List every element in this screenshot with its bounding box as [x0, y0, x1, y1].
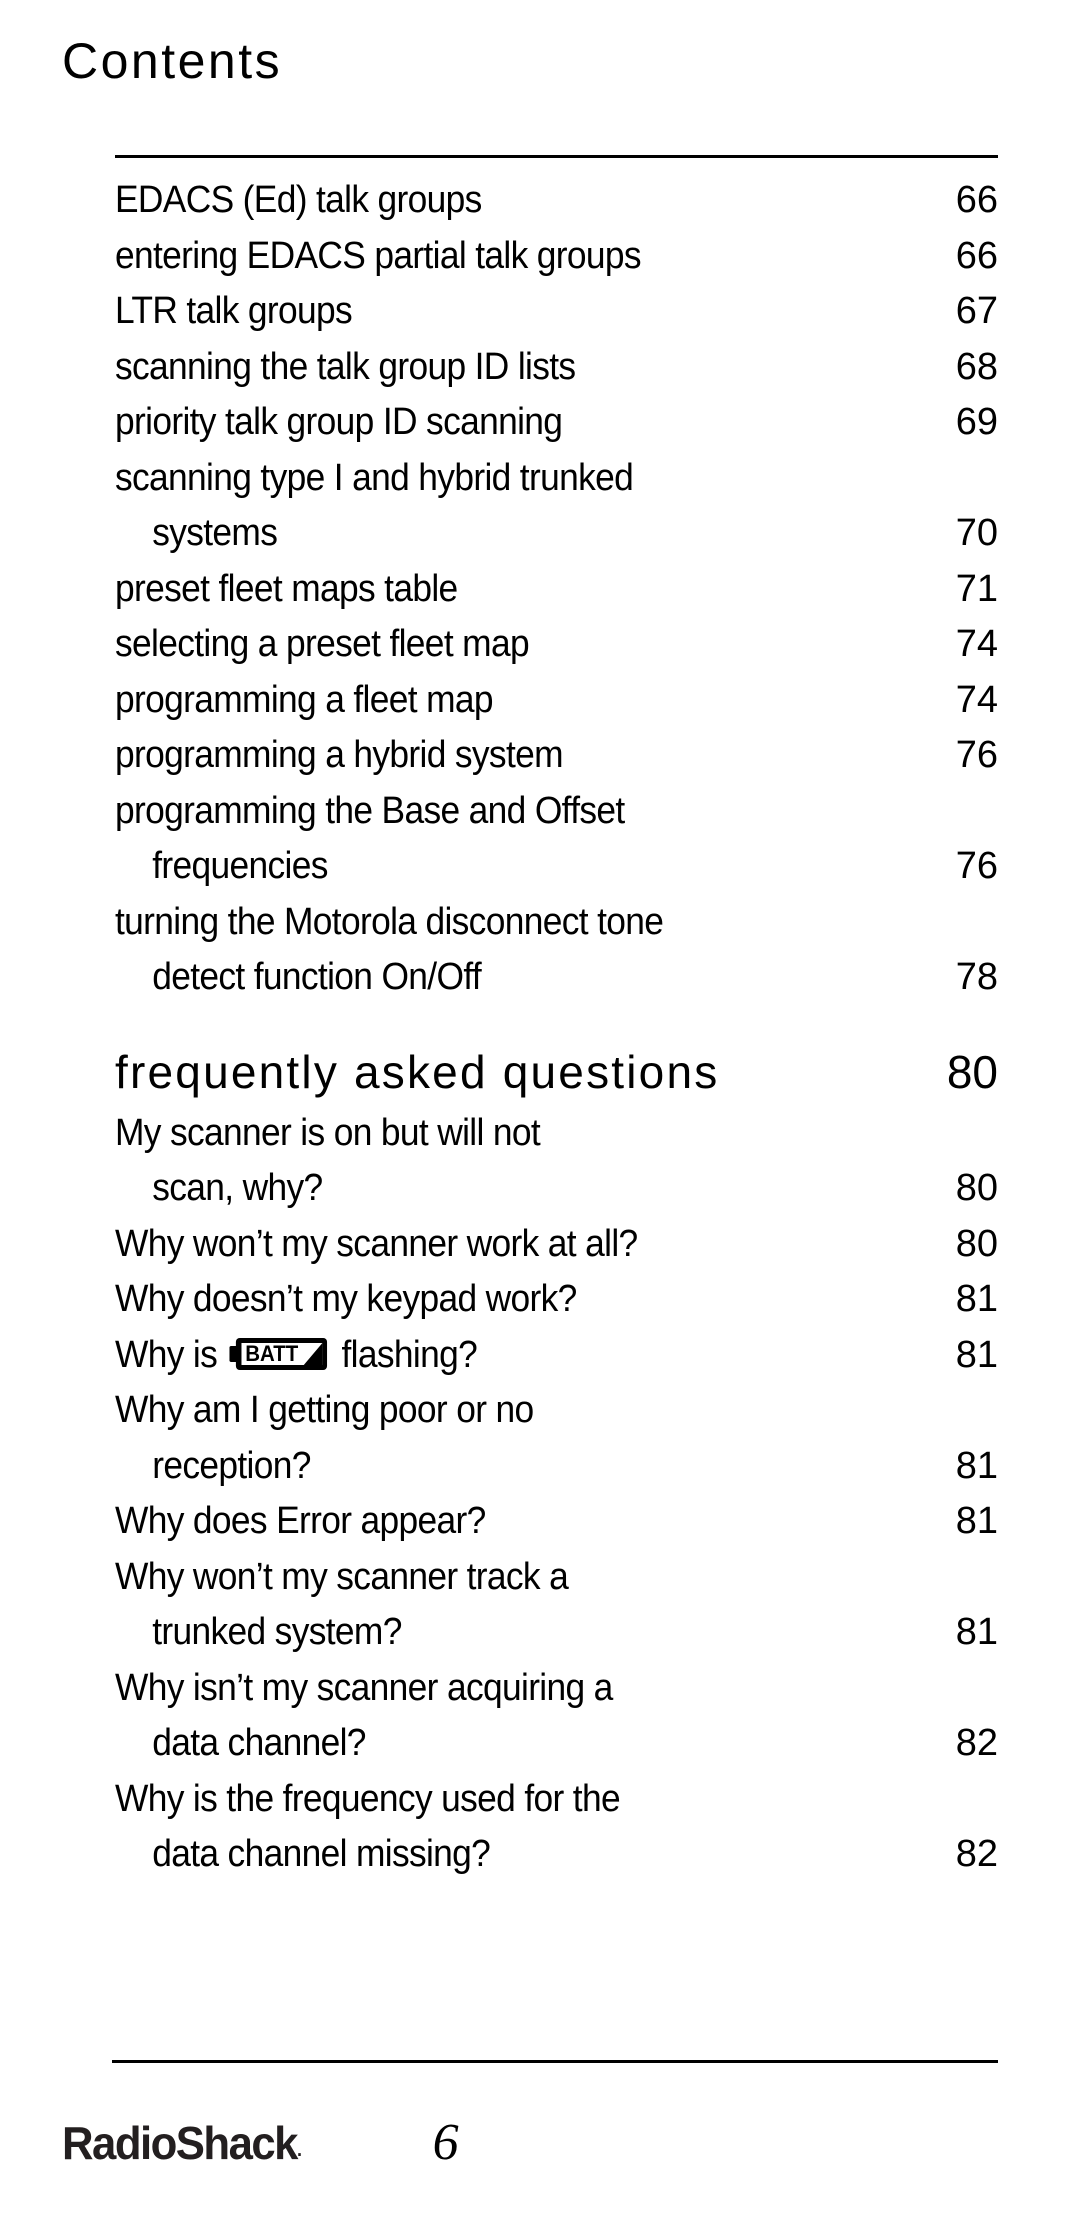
toc-entry-label: Why isn’t my scanner acquiring a [115, 1666, 613, 1709]
toc-page-number: 80 [946, 1045, 998, 1098]
toc-page-number: 80 [955, 1167, 998, 1209]
toc-section-label: frequently asked questions [115, 1045, 720, 1098]
toc-entry[interactable]: preset fleet maps table 71 [115, 562, 998, 618]
toc-entry-label: detect function On/Off [152, 956, 482, 998]
toc-entry-label: My scanner is on but will not [115, 1111, 541, 1154]
toc-entry[interactable]: Why doesn’t my keypad work? 81 [115, 1272, 998, 1328]
toc-entry-label: programming the Base and Offset [115, 789, 625, 832]
toc-entry-label: Why does Error appear? [115, 1500, 486, 1542]
toc-page-number: 71 [955, 567, 998, 610]
toc-entry[interactable]: detect function On/Off 78 [115, 950, 998, 1006]
toc-entry-label: programming a fleet map [115, 678, 494, 721]
toc-page-number: 74 [955, 678, 998, 721]
toc-entry[interactable]: Why is the frequency used for the [115, 1772, 998, 1828]
toc-entry-label: programming a hybrid system [115, 734, 564, 776]
toc-entry[interactable]: priority talk group ID scanning 69 [115, 395, 998, 451]
toc-page-number: 69 [955, 401, 998, 443]
header-divider [115, 155, 998, 158]
logo-registered-mark: . [296, 2140, 302, 2161]
toc-entry-label: entering EDACS partial talk groups [115, 234, 642, 277]
toc-entry-label: Why am I getting poor or no [115, 1389, 534, 1431]
toc-entry-label: selecting a preset fleet map [115, 623, 530, 665]
toc-entry-label: scan, why? [152, 1167, 323, 1209]
toc-entry[interactable]: reception? 81 [115, 1439, 998, 1495]
toc-page-number: 81 [955, 1333, 998, 1376]
toc-page: Contents EDACS (Ed) talk groups 66 enterin… [0, 0, 1080, 2216]
toc-entry-label: Why doesn’t my keypad work? [115, 1278, 577, 1320]
toc-entry[interactable]: Why isn’t my scanner acquiring a [115, 1661, 998, 1717]
toc-entry[interactable]: Why am I getting poor or no [115, 1383, 998, 1439]
toc-page-number: 81 [955, 1611, 998, 1653]
toc-entry-label: scanning type I and hybrid trunked [115, 456, 634, 499]
toc-page-number: 76 [955, 845, 998, 887]
toc-page-number: 74 [955, 623, 998, 665]
toc-entry-label: Why is BATT flashing? [115, 1328, 847, 1384]
toc-entry[interactable]: LTR talk groups 67 [115, 284, 998, 340]
toc-entry-label: priority talk group ID scanning [115, 401, 563, 443]
toc-entry[interactable]: systems 70 [115, 506, 998, 562]
logo-text: RadioShack [62, 2117, 298, 2169]
toc-entry-label-after: flashing? [332, 1333, 478, 1376]
toc-entry-label: Why is the frequency used for the [115, 1777, 621, 1820]
toc-entry-label: trunked system? [152, 1611, 402, 1653]
toc-page-number: 81 [955, 1500, 998, 1542]
toc-entry-label: Why won’t my scanner work at all? [115, 1222, 638, 1265]
toc-entry[interactable]: scan, why? 80 [115, 1161, 998, 1217]
toc-page-number: 82 [955, 1833, 998, 1875]
toc-entry[interactable]: data channel missing? 82 [115, 1827, 998, 1883]
toc-entry-label: Why won’t my scanner track a [115, 1555, 569, 1598]
toc-entry[interactable]: Why is BATT flashing? 81 [115, 1328, 998, 1384]
toc-page-number: 81 [955, 1278, 998, 1320]
toc-entry-label: systems [152, 512, 278, 554]
toc-entry[interactable]: Why won’t my scanner track a [115, 1550, 998, 1606]
battery-batt-icon: BATT [229, 1337, 328, 1371]
toc-entry[interactable]: Why does Error appear? 81 [115, 1494, 998, 1550]
toc-entry[interactable]: entering EDACS partial talk groups 66 [115, 229, 998, 285]
page-title: Contents [62, 33, 283, 89]
toc-entry-label: EDACS (Ed) talk groups [115, 179, 482, 221]
toc-page-number: 66 [955, 179, 998, 221]
toc-entry[interactable]: programming a hybrid system 76 [115, 728, 998, 784]
toc-entry[interactable]: scanning the talk group ID lists 68 [115, 340, 998, 396]
toc-page-number: 67 [955, 290, 998, 332]
toc-entry[interactable]: selecting a preset fleet map 74 [115, 617, 998, 673]
toc-page-number: 76 [955, 734, 998, 776]
toc-page-number: 70 [955, 512, 998, 554]
toc-page-number: 66 [955, 234, 998, 277]
toc-entry[interactable]: scanning type I and hybrid trunked [115, 451, 998, 507]
toc-page-number: 78 [955, 956, 998, 998]
table-of-contents: EDACS (Ed) talk groups 66 entering EDACS p… [115, 173, 998, 1883]
page-number: 6 [432, 2114, 459, 2171]
toc-page-number: 80 [955, 1222, 998, 1265]
toc-entry[interactable]: turning the Motorola disconnect tone [115, 895, 998, 951]
toc-entry-label: scanning the talk group ID lists [115, 345, 576, 388]
page-footer: RadioShack. 6 [62, 2098, 998, 2188]
toc-entry[interactable]: programming a fleet map 74 [115, 673, 998, 729]
toc-entry-label: turning the Motorola disconnect tone [115, 900, 664, 943]
toc-page-number: 81 [955, 1444, 998, 1487]
radioshack-logo: RadioShack. [62, 2116, 302, 2170]
toc-entry[interactable]: programming the Base and Offset [115, 784, 998, 840]
toc-page-number: 68 [955, 345, 998, 388]
toc-page-number: 82 [955, 1722, 998, 1764]
toc-entry[interactable]: EDACS (Ed) talk groups 66 [115, 173, 998, 229]
toc-section-heading[interactable]: frequently asked questions 80 [115, 1044, 998, 1100]
toc-entry[interactable]: trunked system? 81 [115, 1605, 998, 1661]
svg-text:BATT: BATT [245, 1341, 298, 1366]
toc-entry[interactable]: data channel? 82 [115, 1716, 998, 1772]
toc-entry-label-before: Why is [115, 1333, 227, 1376]
toc-entry[interactable]: frequencies 76 [115, 839, 998, 895]
toc-entry[interactable]: Why won’t my scanner work at all? 80 [115, 1217, 998, 1273]
toc-entry-label: LTR talk groups [115, 290, 353, 332]
toc-entry-label: data channel missing? [152, 1833, 491, 1875]
toc-entry-label: frequencies [152, 845, 328, 887]
footer-divider [112, 2060, 998, 2063]
toc-entry-label: preset fleet maps table [115, 567, 458, 610]
toc-entry-label: reception? [152, 1444, 311, 1487]
toc-entry[interactable]: My scanner is on but will not [115, 1106, 998, 1162]
toc-entry-label: data channel? [152, 1722, 366, 1764]
